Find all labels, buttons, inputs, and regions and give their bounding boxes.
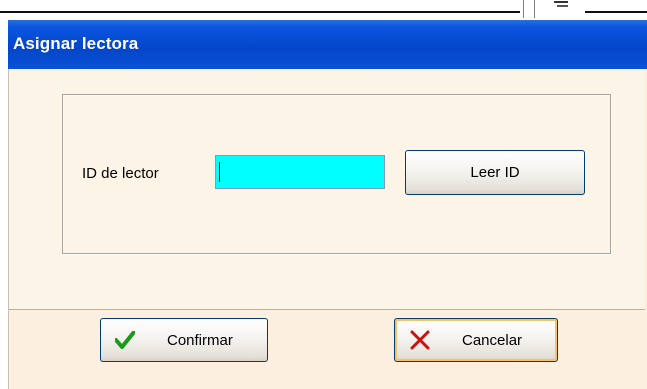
confirm-button-label: Confirmar	[167, 332, 233, 349]
confirm-button[interactable]: Confirmar	[100, 318, 268, 362]
assign-reader-dialog: Asignar lectora ID de lector Leer ID Con…	[8, 20, 647, 389]
cancel-button[interactable]: Cancelar	[394, 318, 558, 362]
read-id-button-label: Leer ID	[470, 164, 520, 181]
dialog-body: ID de lector Leer ID Confirmar Cancelar	[8, 69, 647, 389]
dialog-titlebar[interactable]: Asignar lectora	[8, 20, 647, 69]
reader-id-label: ID de lector	[82, 165, 159, 182]
background-window-strip	[0, 0, 647, 20]
background-toolbar-separator	[523, 0, 535, 18]
reader-id-input[interactable]	[215, 155, 385, 189]
check-icon	[114, 330, 136, 349]
dialog-title: Asignar lectora	[13, 34, 139, 53]
x-icon	[410, 330, 430, 350]
reader-panel: ID de lector Leer ID	[9, 69, 645, 310]
background-window-border-right	[585, 11, 647, 13]
background-window-border	[0, 11, 520, 13]
cancel-button-label: Cancelar	[462, 332, 523, 349]
text-caret	[219, 162, 220, 182]
read-id-button[interactable]: Leer ID	[405, 150, 585, 195]
background-toolbar-icon	[553, 0, 571, 13]
